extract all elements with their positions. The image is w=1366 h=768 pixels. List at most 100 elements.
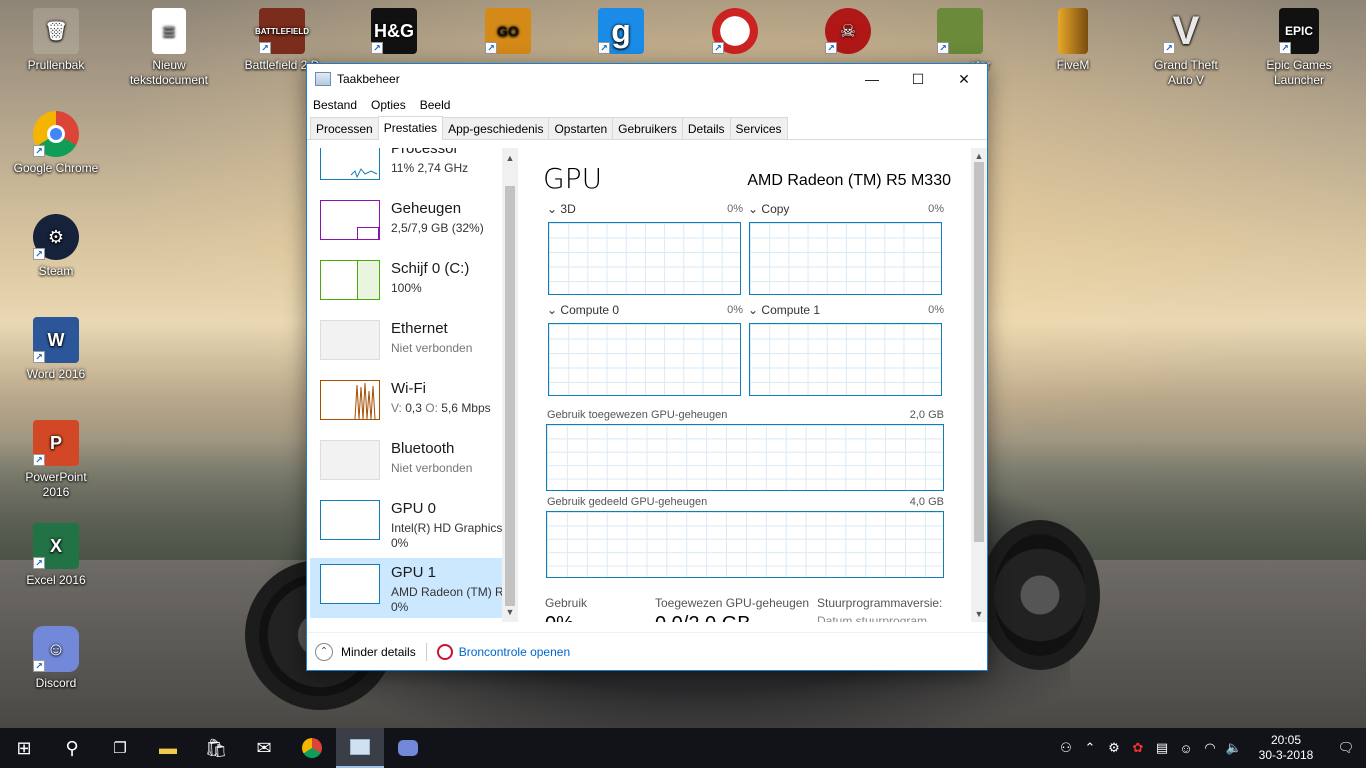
detail-scrollbar[interactable]: ▲ ▼ bbox=[971, 148, 987, 622]
desktop-icon-chrome[interactable]: ↗ Google Chrome bbox=[13, 111, 99, 176]
resource-name: Wi-Fi bbox=[391, 380, 426, 397]
mail-icon: ✉ bbox=[256, 737, 272, 758]
menu-beeld[interactable]: Beeld bbox=[420, 98, 451, 112]
resource-item-disk[interactable]: Schijf 0 (C:) 100% bbox=[310, 254, 502, 314]
resource-item-gpu1[interactable]: GPU 1 AMD Radeon (TM) R 0% bbox=[310, 558, 504, 618]
people-icon[interactable]: ⚇ bbox=[1054, 740, 1078, 756]
resource-sub: Niet verbonden bbox=[391, 341, 473, 355]
desktop-icon-excel[interactable]: X ↗ Excel 2016 bbox=[13, 523, 99, 588]
shared-memory-max: 4,0 GB bbox=[909, 496, 944, 508]
chevron-up-icon[interactable]: ⌃ bbox=[315, 642, 333, 661]
desktop-icon-recycle-bin[interactable]: 🗑 Prullenbak bbox=[13, 8, 99, 73]
taskbar-discord[interactable] bbox=[384, 728, 432, 768]
desktop-icon-racing[interactable]: ↗ bbox=[692, 8, 778, 58]
engine-3d-label[interactable]: ⌄ 3D bbox=[547, 202, 576, 216]
window-title: Taakbeheer bbox=[337, 72, 400, 86]
tab-app-geschiedenis[interactable]: App-geschiedenis bbox=[442, 117, 550, 139]
sidebar-scroll-thumb[interactable] bbox=[505, 186, 515, 606]
discord-icon bbox=[398, 740, 418, 756]
volume-icon[interactable]: 🔈 bbox=[1222, 740, 1246, 756]
resource-item-bluetooth[interactable]: Bluetooth Niet verbonden bbox=[310, 434, 502, 494]
resource-item-wifi[interactable]: Wi-Fi V: 0,3 O: 5,6 Mbps bbox=[310, 374, 502, 434]
excel-icon: X ↗ bbox=[33, 523, 79, 569]
engine-compute1-percent: 0% bbox=[928, 304, 944, 316]
csgo-icon: GO ↗ bbox=[485, 8, 531, 54]
scroll-down-icon[interactable]: ▼ bbox=[971, 606, 987, 622]
resource-item-ethernet[interactable]: Ethernet Niet verbonden bbox=[310, 314, 502, 374]
taskbar-store[interactable]: 🛍 bbox=[192, 728, 240, 768]
close-button[interactable]: ✕ bbox=[941, 64, 987, 94]
taskbar: ⊞ ⚲ ❐ ▬ 🛍 ✉ ⚇ ⌃ ⚙ ✿ ▤ ☺ ◠ 🔈 20:05 30-3-2… bbox=[0, 728, 1366, 768]
desktop-icon-powerpoint[interactable]: P ↗ PowerPoint 2016 bbox=[13, 420, 99, 500]
task-manager-app-icon bbox=[315, 72, 331, 86]
resource-sub: Intel(R) HD Graphics bbox=[391, 521, 503, 535]
detail-scroll-thumb[interactable] bbox=[974, 162, 984, 542]
dedicated-memory-graph bbox=[546, 424, 944, 491]
task-view-button[interactable]: ❐ bbox=[96, 728, 144, 768]
desktop-icon-csgo[interactable]: GO ↗ bbox=[465, 8, 551, 58]
action-center-icon[interactable]: 🗨 bbox=[1326, 740, 1366, 756]
resource-monitor-icon[interactable] bbox=[436, 643, 453, 660]
clock[interactable]: 20:05 30-3-2018 bbox=[1246, 733, 1326, 763]
desktop-icon-text-document[interactable]: ≡ Nieuw tekstdocument bbox=[126, 8, 212, 88]
amd-tray-icon[interactable]: ✿ bbox=[1126, 740, 1150, 756]
chevron-down-icon: ⌄ bbox=[547, 303, 558, 317]
task-manager-window: Taakbeheer — ☐ ✕ Bestand Opties Beeld Pr… bbox=[306, 63, 988, 671]
engine-compute0-label[interactable]: ⌄ Compute 0 bbox=[547, 303, 619, 317]
desktop-icon-fivem[interactable]: FiveM bbox=[1030, 8, 1116, 73]
taskbar-task-manager[interactable] bbox=[336, 728, 384, 768]
desktop-icon-word[interactable]: W ↗ Word 2016 bbox=[13, 317, 99, 382]
taskbar-chrome[interactable] bbox=[288, 728, 336, 768]
maximize-button[interactable]: ☐ bbox=[895, 64, 941, 94]
desktop-icon-steam[interactable]: ⚙ ↗ Steam bbox=[13, 214, 99, 279]
minimize-button[interactable]: — bbox=[849, 64, 895, 94]
desktop-icon-epic-games[interactable]: EPIC ↗ Epic Games Launcher bbox=[1256, 8, 1342, 88]
resource-item-processor[interactable]: Processor 11% 2,74 GHz bbox=[310, 148, 502, 194]
tab-services[interactable]: Services bbox=[729, 117, 788, 139]
resource-sub: 100% bbox=[391, 281, 422, 295]
resource-sub: AMD Radeon (TM) R bbox=[391, 585, 504, 599]
task-manager-icon bbox=[350, 739, 370, 755]
sidebar-scrollbar[interactable]: ▲ ▼ bbox=[502, 148, 518, 622]
scroll-down-icon[interactable]: ▼ bbox=[502, 604, 518, 620]
shared-memory-graph bbox=[546, 511, 944, 578]
resource-name: Geheugen bbox=[391, 200, 462, 217]
desktop-icon-heroes-generals[interactable]: H&G ↗ bbox=[351, 8, 437, 58]
taskbar-mail[interactable]: ✉ bbox=[240, 728, 288, 768]
scroll-up-icon[interactable]: ▲ bbox=[502, 150, 518, 166]
steam-tray-icon[interactable]: ⚙ bbox=[1102, 740, 1126, 756]
chevron-down-icon: ⌄ bbox=[748, 202, 759, 216]
device-tray-icon[interactable]: ▤ bbox=[1150, 740, 1174, 756]
tab-opstarten[interactable]: Opstarten bbox=[548, 117, 614, 139]
wifi-icon[interactable]: ◠ bbox=[1198, 740, 1222, 756]
resource-monitor-link[interactable]: Broncontrole openen bbox=[459, 645, 570, 659]
menu-bestand[interactable]: Bestand bbox=[313, 98, 357, 112]
taskbar-file-explorer[interactable]: ▬ bbox=[144, 728, 192, 768]
start-button[interactable]: ⊞ bbox=[0, 728, 48, 768]
desktop-icon-discord[interactable]: ☺ ↗ Discord bbox=[13, 626, 99, 691]
clock-date: 30-3-2018 bbox=[1258, 748, 1314, 762]
engine-compute1-label[interactable]: ⌄ Compute 1 bbox=[748, 303, 820, 317]
tab-gebruikers[interactable]: Gebruikers bbox=[612, 117, 683, 139]
resource-item-gpu0[interactable]: GPU 0 Intel(R) HD Graphics 0% bbox=[310, 494, 502, 554]
show-hidden-icons-icon[interactable]: ⌃ bbox=[1078, 740, 1102, 756]
desktop-icon-skull[interactable]: ☠ ↗ bbox=[805, 8, 891, 58]
desktop-icon-gta5[interactable]: V ↗ Grand Theft Auto V bbox=[1143, 8, 1229, 88]
resource-sub: 11% 2,74 GHz bbox=[391, 161, 469, 175]
powerpoint-icon: P ↗ bbox=[33, 420, 79, 466]
title-bar[interactable]: Taakbeheer — ☐ ✕ bbox=[307, 64, 987, 94]
resource-name: Processor bbox=[391, 148, 459, 157]
desktop-icon-garrysmod[interactable]: g ↗ bbox=[578, 8, 664, 58]
resource-name: Schijf 0 (C:) bbox=[391, 260, 470, 277]
tab-details[interactable]: Details bbox=[681, 117, 731, 139]
gta5-icon: V ↗ bbox=[1163, 8, 1209, 54]
search-button[interactable]: ⚲ bbox=[48, 728, 96, 768]
fewer-details-link[interactable]: Minder details bbox=[341, 645, 416, 659]
tab-processen[interactable]: Processen bbox=[310, 117, 379, 139]
resource-item-memory[interactable]: Geheugen 2,5/7,9 GB (32%) bbox=[310, 194, 502, 254]
task-view-icon: ❐ bbox=[113, 740, 127, 757]
tab-prestaties[interactable]: Prestaties bbox=[377, 116, 444, 140]
menu-opties[interactable]: Opties bbox=[371, 98, 406, 112]
engine-copy-label[interactable]: ⌄ Copy bbox=[748, 202, 789, 216]
discord-tray-icon[interactable]: ☺ bbox=[1174, 741, 1198, 756]
